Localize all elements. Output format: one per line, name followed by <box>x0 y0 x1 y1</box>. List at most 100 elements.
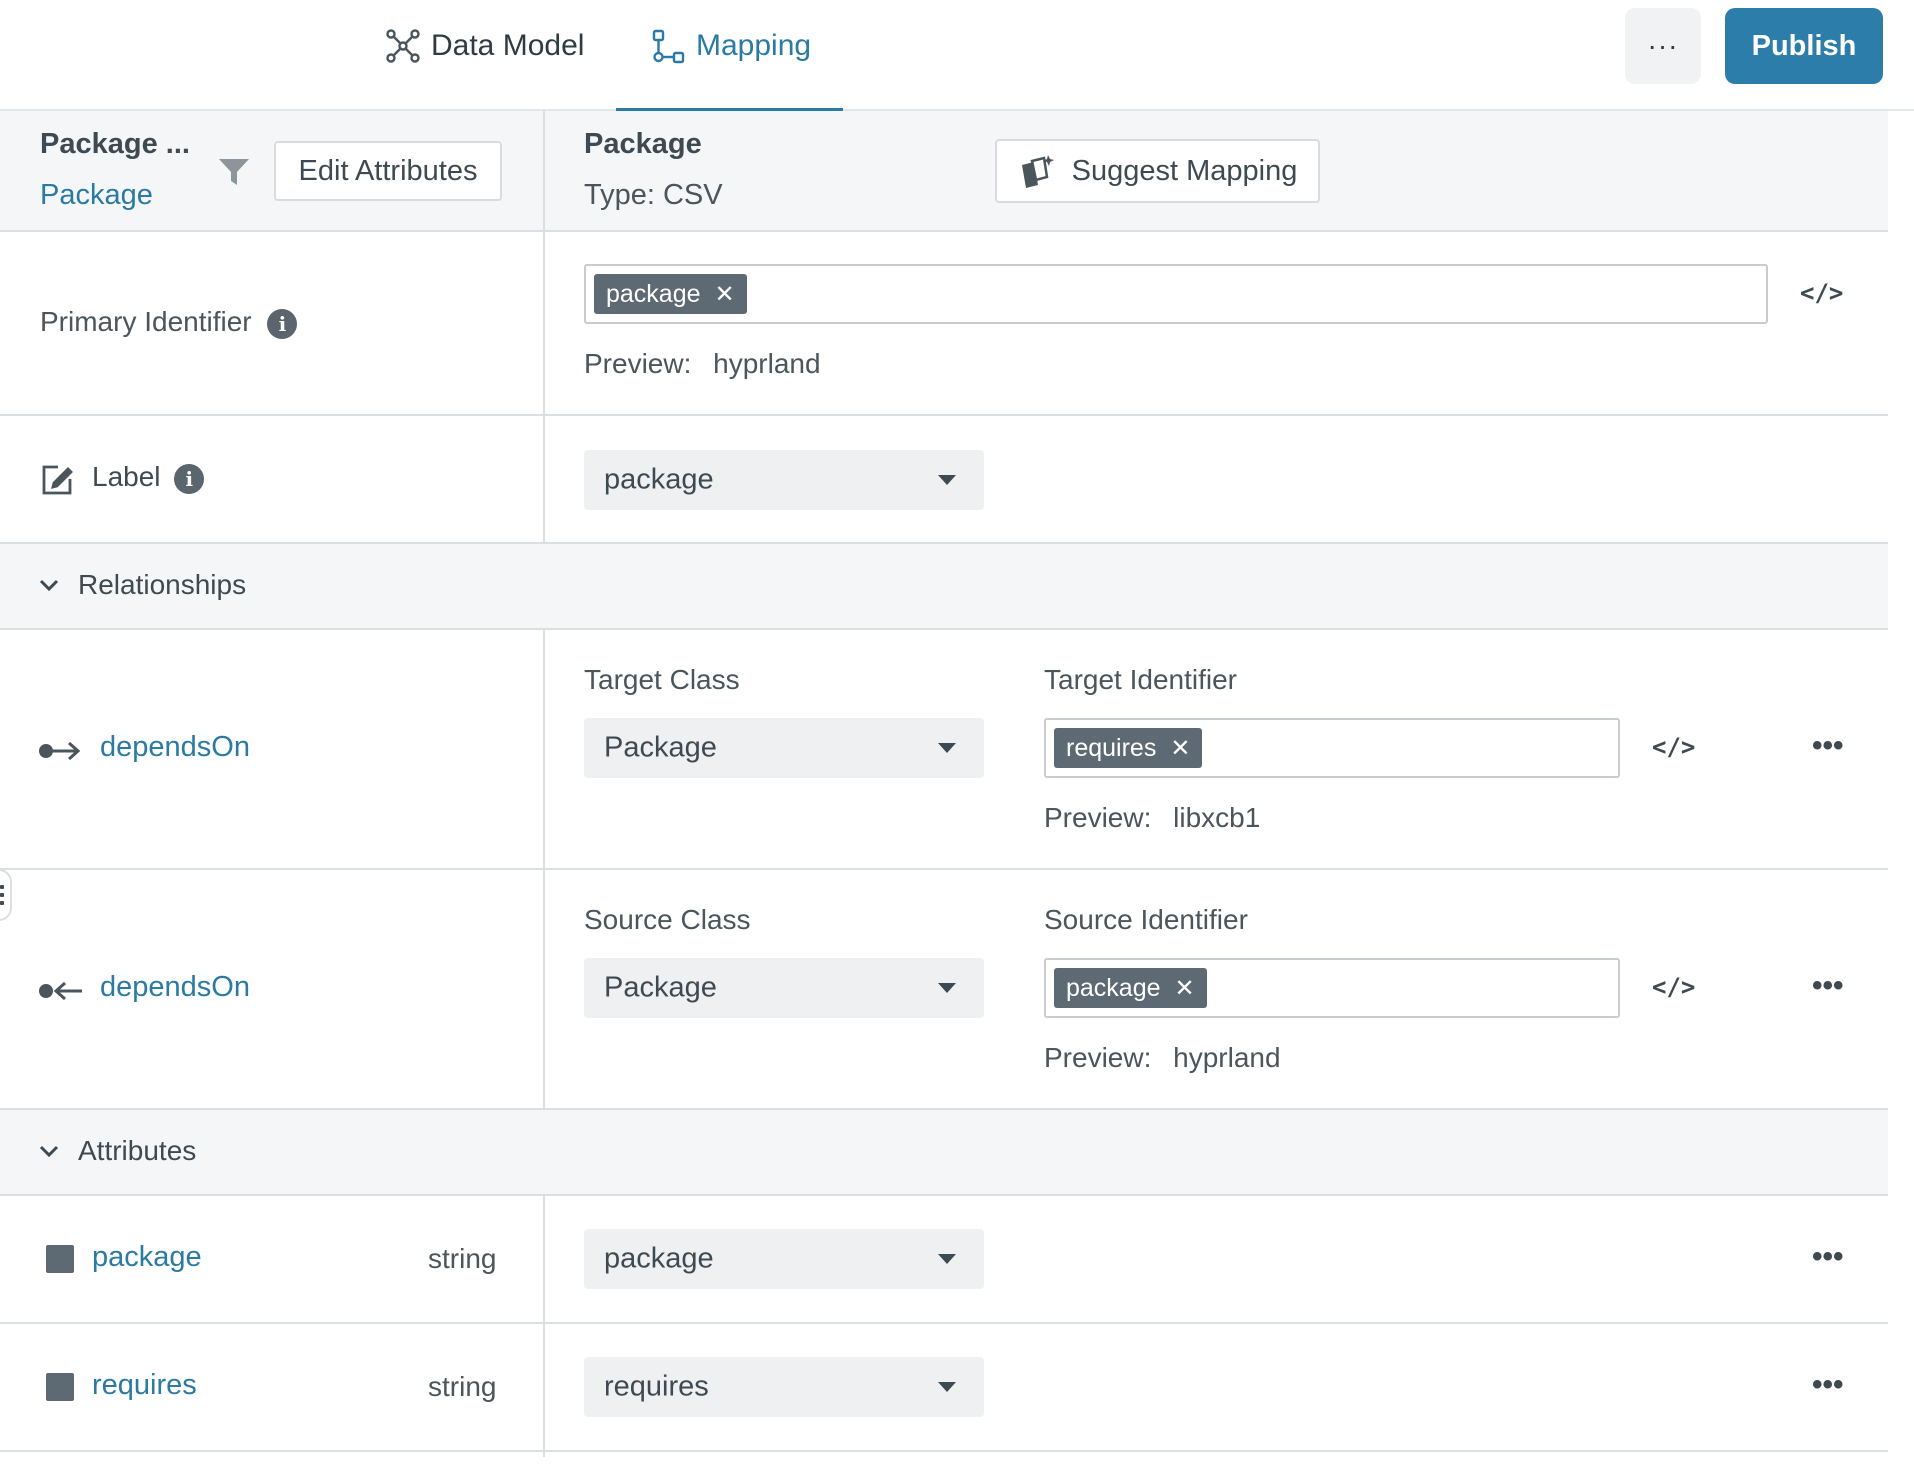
preview-label: Preview: <box>1044 1042 1152 1073</box>
label-dropdown[interactable]: package <box>584 450 984 510</box>
suggest-mapping-button[interactable]: Suggest Mapping <box>995 139 1320 203</box>
identifier-tag-label: requires <box>1066 733 1157 762</box>
identifier-tag: requires ✕ <box>1054 728 1203 768</box>
target-class-dropdown[interactable]: Package <box>584 718 984 778</box>
preview-value: hyprland <box>713 348 821 379</box>
target-class-label: Target Class <box>584 664 740 695</box>
attribute-name-link[interactable]: requires <box>92 1369 197 1402</box>
attribute-type-icon <box>46 1373 74 1401</box>
row-divider <box>0 1450 1888 1452</box>
chevron-down-icon <box>938 743 956 753</box>
source-identifier-label: Source Identifier <box>1044 904 1248 935</box>
source-identifier-preview: Preview: hyprland <box>1044 1042 1281 1074</box>
edit-label-icon <box>42 465 73 495</box>
top-bar: Data Model Mapping ··· Publish <box>0 0 1914 111</box>
label-dropdown-value: package <box>604 463 714 496</box>
magic-cards-icon <box>1021 155 1054 188</box>
code-expression-icon[interactable]: </> <box>1800 279 1843 307</box>
source-title: Package <box>584 128 702 160</box>
tag-remove-icon[interactable]: ✕ <box>1175 974 1195 1003</box>
tab-mapping[interactable]: Mapping <box>650 26 811 66</box>
tag-remove-icon[interactable]: ✕ <box>1170 734 1190 763</box>
chevron-down-icon[interactable] <box>38 577 60 593</box>
class-title: Package ... <box>40 128 190 160</box>
preview-value: libxcb1 <box>1173 802 1261 833</box>
row-menu-icon[interactable]: ••• <box>1812 969 1844 1003</box>
row-divider <box>0 542 1888 544</box>
relationships-section-header[interactable] <box>0 543 1888 629</box>
info-icon[interactable]: i <box>267 308 298 339</box>
target-identifier-preview: Preview: libxcb1 <box>1044 802 1260 834</box>
attribute-dropdown[interactable]: requires <box>584 1357 984 1417</box>
attribute-dropdown-value: package <box>604 1242 714 1275</box>
identifier-tag-label: package <box>1066 973 1161 1002</box>
label-label: Label <box>92 461 161 492</box>
attribute-type-icon <box>46 1245 74 1273</box>
row-divider <box>0 414 1888 416</box>
tab-data-model-label: Data Model <box>431 29 585 62</box>
row-divider <box>0 1322 1888 1324</box>
panel-resize-handle[interactable] <box>0 869 12 921</box>
graph-network-icon <box>386 29 420 63</box>
source-class-value: Package <box>604 971 717 1004</box>
target-identifier-input[interactable]: requires ✕ <box>1044 718 1620 778</box>
preview-label: Preview: <box>1044 802 1152 833</box>
source-class-label: Source Class <box>584 904 751 935</box>
attribute-type: string <box>428 1243 497 1274</box>
row-divider <box>0 230 1888 232</box>
chevron-down-icon <box>938 1254 956 1264</box>
row-divider <box>0 1108 1888 1110</box>
relationships-section-label[interactable]: Relationships <box>78 569 246 601</box>
preview-value: hyprland <box>1173 1042 1281 1073</box>
attribute-name-link[interactable]: package <box>92 1241 202 1274</box>
target-identifier-label: Target Identifier <box>1044 664 1237 695</box>
chevron-down-icon[interactable] <box>38 1143 60 1159</box>
preview-label: Preview: <box>584 348 692 379</box>
source-type: Type: CSV <box>584 179 723 211</box>
chevron-down-icon <box>938 475 956 485</box>
attribute-dropdown[interactable]: package <box>584 1229 984 1289</box>
chevron-down-icon <box>938 1382 956 1392</box>
source-class-dropdown[interactable]: Package <box>584 958 984 1018</box>
label-row: Label i <box>92 461 205 494</box>
row-divider <box>0 1194 1888 1196</box>
row-menu-icon[interactable]: ••• <box>1812 1240 1844 1274</box>
primary-identifier-row: Primary Identifier i <box>40 306 298 339</box>
attribute-dropdown-value: requires <box>604 1370 709 1403</box>
source-identifier-input[interactable]: package ✕ <box>1044 958 1620 1018</box>
column-divider <box>543 1195 545 1457</box>
identifier-tag: package ✕ <box>594 274 747 314</box>
more-options-button[interactable]: ··· <box>1625 8 1701 84</box>
suggest-mapping-label: Suggest Mapping <box>1071 154 1298 187</box>
identifier-tag-label: package <box>606 279 701 308</box>
tag-remove-icon[interactable]: ✕ <box>715 280 735 309</box>
publish-button[interactable]: Publish <box>1725 8 1883 84</box>
target-class-value: Package <box>604 731 717 764</box>
attributes-section-header[interactable] <box>0 1109 1888 1195</box>
row-menu-icon[interactable]: ••• <box>1812 729 1844 763</box>
attribute-type: string <box>428 1371 497 1402</box>
outgoing-relation-icon <box>39 741 81 761</box>
row-divider <box>0 868 1888 870</box>
column-divider <box>543 111 545 543</box>
row-divider <box>0 628 1888 630</box>
row-menu-icon[interactable]: ••• <box>1812 1368 1844 1402</box>
primary-identifier-label: Primary Identifier <box>40 306 252 337</box>
filter-icon[interactable] <box>217 157 251 187</box>
code-expression-icon[interactable]: </> <box>1652 973 1695 1001</box>
attributes-section-label[interactable]: Attributes <box>78 1135 196 1167</box>
edit-attributes-button[interactable]: Edit Attributes <box>274 141 502 201</box>
primary-identifier-input[interactable]: package ✕ <box>584 264 1768 324</box>
primary-identifier-preview: Preview: hyprland <box>584 348 821 380</box>
relationship-name-link[interactable]: dependsOn <box>100 731 250 764</box>
flow-mapping-icon <box>652 29 685 64</box>
identifier-tag: package ✕ <box>1054 968 1207 1008</box>
incoming-relation-icon <box>39 981 82 1001</box>
code-expression-icon[interactable]: </> <box>1652 733 1695 761</box>
chevron-down-icon <box>938 983 956 993</box>
tab-mapping-label: Mapping <box>696 29 812 62</box>
info-icon[interactable]: i <box>174 463 205 494</box>
class-link[interactable]: Package <box>40 179 153 212</box>
relationship-name-link[interactable]: dependsOn <box>100 971 250 1004</box>
tab-data-model[interactable]: Data Model <box>385 26 584 66</box>
